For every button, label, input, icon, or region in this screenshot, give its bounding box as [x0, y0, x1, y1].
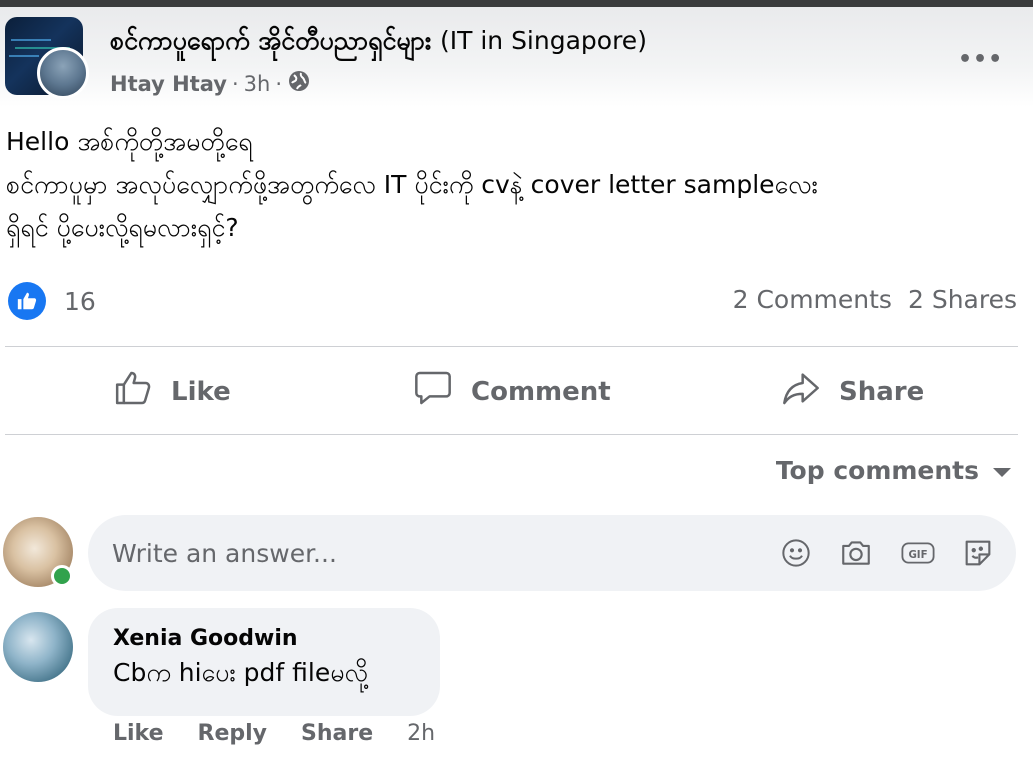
- reaction-count: 16: [64, 286, 96, 316]
- commenter-name[interactable]: Xenia Goodwin: [113, 626, 440, 651]
- post-actions: Like Comment Share: [0, 348, 1033, 432]
- comment-like-link[interactable]: Like: [113, 721, 164, 746]
- gif-icon[interactable]: GIF: [900, 535, 936, 571]
- caret-down-icon: [993, 467, 1011, 477]
- reactions-summary[interactable]: 16: [8, 282, 96, 320]
- group-name-mm[interactable]: စင်ကာပူရောက် အိုင်တီပညာရှင်များ: [110, 26, 431, 55]
- divider: [5, 346, 1018, 347]
- share-button[interactable]: Share: [781, 368, 924, 415]
- comment-time[interactable]: 2h: [407, 721, 435, 746]
- svg-text:GIF: GIF: [908, 550, 927, 561]
- divider: [5, 434, 1018, 435]
- sort-label: Top comments: [775, 456, 979, 485]
- comment-bubble: Xenia Goodwin Cbက hiပေး pdf fileမလို့: [88, 608, 440, 716]
- online-status-dot: [51, 565, 73, 587]
- comment-actions: Like Reply Share 2h: [113, 721, 435, 746]
- comment-composer[interactable]: GIF: [88, 515, 1016, 591]
- sticker-icon[interactable]: [960, 535, 996, 571]
- post-time[interactable]: 3h: [244, 72, 271, 96]
- comment-sort-dropdown[interactable]: Top comments: [776, 456, 1011, 485]
- post-meta: Htay Htay · 3h ·: [110, 69, 311, 98]
- comment-input[interactable]: [112, 535, 752, 571]
- post-header: စင်ကာပူရောက် အိုင်တီပညာရှင်များ (IT in S…: [0, 7, 1033, 107]
- like-icon: [8, 282, 46, 320]
- like-button[interactable]: Like: [113, 368, 231, 415]
- share-icon: [781, 368, 821, 415]
- comment-label: Comment: [471, 376, 611, 407]
- post-line: စင်ကာပူမှာ အလုပ်လျှောက်ဖို့အတွက်လေ IT ပိ…: [6, 170, 818, 199]
- group-name-en[interactable]: (IT in Singapore): [440, 26, 647, 55]
- emoji-icon[interactable]: [778, 535, 814, 571]
- author-name[interactable]: Htay Htay: [110, 72, 227, 96]
- thumbs-up-icon: [113, 368, 153, 415]
- camera-icon[interactable]: [838, 535, 874, 571]
- comment-share-link[interactable]: Share: [301, 721, 373, 746]
- comment-reply-link[interactable]: Reply: [198, 721, 268, 746]
- post-line: Hello အစ်ကိုတို့အမတို့ရေ: [6, 127, 253, 156]
- comments-count[interactable]: 2 Comments: [733, 285, 892, 314]
- share-label: Share: [839, 376, 925, 407]
- comment-text: Cbက hiပေး pdf fileမလို့: [113, 658, 368, 687]
- more-options-button[interactable]: •••: [958, 47, 1003, 72]
- comment-button[interactable]: Comment: [413, 368, 611, 415]
- author-avatar[interactable]: [37, 47, 89, 99]
- comment-icon: [413, 368, 453, 415]
- like-label: Like: [171, 376, 231, 407]
- engagement-counts: 2 Comments 2 Shares: [733, 285, 1017, 314]
- commenter-avatar[interactable]: [3, 612, 73, 682]
- post-line: ရှိရင် ပို့ပေးလို့ရမလားရှင့်?: [6, 213, 239, 242]
- meta-separator-2: ·: [275, 71, 283, 96]
- post-body: Hello အစ်ကိုတို့အမတို့ရေ စင်ကာပူမှာ အလုပ…: [6, 120, 1016, 249]
- shares-count[interactable]: 2 Shares: [908, 285, 1017, 314]
- globe-icon: [287, 69, 311, 98]
- meta-separator: ·: [231, 71, 239, 96]
- group-name[interactable]: စင်ကာပူရောက် အိုင်တီပညာရှင်များ (IT in S…: [110, 25, 647, 62]
- top-bar: [0, 0, 1033, 7]
